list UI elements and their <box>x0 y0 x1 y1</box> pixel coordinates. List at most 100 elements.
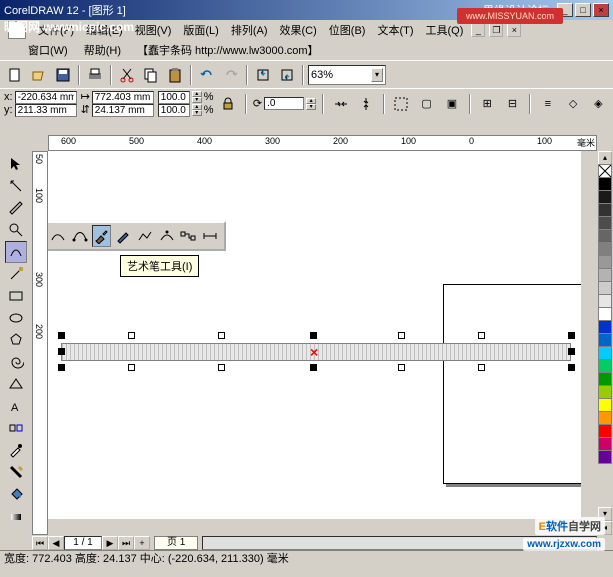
polygon-tool[interactable] <box>5 329 27 351</box>
sel-handle-bm[interactable] <box>310 364 317 371</box>
text-tool[interactable]: A <box>5 395 27 417</box>
page-counter[interactable]: 1 / 1 <box>64 536 102 550</box>
open-button[interactable] <box>28 64 50 86</box>
cut-button[interactable] <box>116 64 138 86</box>
color-swatch[interactable] <box>598 372 612 386</box>
interactive-fill-tool[interactable] <box>5 505 27 527</box>
rotation-input[interactable] <box>264 97 304 110</box>
page-tab-1[interactable]: 页 1 <box>154 536 198 550</box>
sel-handle-br[interactable] <box>568 364 575 371</box>
dropdown-icon[interactable]: ▾ <box>371 68 383 82</box>
menu-text[interactable]: 文本(T) <box>373 20 417 40</box>
freehand-flyout-button[interactable] <box>48 225 68 247</box>
color-swatch[interactable] <box>598 190 612 204</box>
color-swatch[interactable] <box>598 320 612 334</box>
outline-tool[interactable] <box>5 461 27 483</box>
color-swatch[interactable] <box>598 450 612 464</box>
sel-handle[interactable] <box>218 332 225 339</box>
mirror-h-button[interactable] <box>330 93 351 115</box>
color-swatch[interactable] <box>598 437 612 451</box>
ruler-horizontal[interactable]: 600 500 400 300 200 100 0 100 <box>48 135 597 151</box>
smart-draw-tool[interactable] <box>5 263 27 285</box>
blend-tool[interactable] <box>5 417 27 439</box>
sel-handle-bl[interactable] <box>58 364 65 371</box>
color-swatch[interactable] <box>598 424 612 438</box>
align-button[interactable]: ≡ <box>537 93 558 115</box>
doc-close-button[interactable]: × <box>507 23 521 37</box>
y-input[interactable] <box>15 104 77 117</box>
menu-ad-link[interactable]: 【蠢宇条码 http://www.lw3000.com】 <box>133 40 323 60</box>
crop-tool[interactable] <box>5 197 27 219</box>
dimension-flyout-button[interactable] <box>200 225 220 247</box>
artistic-media-flyout-button[interactable] <box>92 225 112 247</box>
sel-handle[interactable] <box>478 364 485 371</box>
paste-button[interactable] <box>164 64 186 86</box>
sel-handle-mr[interactable] <box>568 348 575 355</box>
menu-view[interactable]: 视图(V) <box>131 20 176 40</box>
first-page-button[interactable]: ⏮ <box>32 536 48 550</box>
save-button[interactable] <box>52 64 74 86</box>
prev-page-button[interactable]: ◀ <box>48 536 64 550</box>
sel-handle[interactable] <box>218 364 225 371</box>
pick-tool[interactable] <box>5 153 27 175</box>
freehand-tool[interactable] <box>5 241 27 263</box>
close-button[interactable]: × <box>593 3 609 17</box>
doc-restore-button[interactable]: ❐ <box>489 23 503 37</box>
ruler-vertical[interactable]: 50 100 200 300 <box>32 151 48 535</box>
rectangle-tool[interactable] <box>5 285 27 307</box>
drawing-canvas[interactable]: × ▾ 艺术笔工具(I) <box>48 151 581 519</box>
copy-button[interactable] <box>140 64 162 86</box>
sel-handle-tm[interactable] <box>310 332 317 339</box>
color-swatch[interactable] <box>598 216 612 230</box>
color-swatch[interactable] <box>598 255 612 269</box>
sel-handle-tr[interactable] <box>568 332 575 339</box>
to-front-button[interactable]: ▢ <box>416 93 437 115</box>
ungroup-button[interactable]: ⊞ <box>477 93 498 115</box>
maximize-button[interactable]: □ <box>575 3 591 17</box>
doc-minimize-button[interactable]: _ <box>471 23 485 37</box>
zoom-tool[interactable] <box>5 219 27 241</box>
menu-effects[interactable]: 效果(C) <box>276 20 321 40</box>
pen-flyout-button[interactable] <box>113 225 133 247</box>
color-swatch[interactable] <box>598 411 612 425</box>
color-swatch[interactable] <box>598 385 612 399</box>
spinner[interactable]: ▴▾ <box>306 98 316 110</box>
convert-button[interactable]: ◇ <box>562 93 583 115</box>
sel-handle[interactable] <box>398 332 405 339</box>
sel-handle-tl[interactable] <box>58 332 65 339</box>
height-input[interactable] <box>92 104 154 117</box>
spiral-tool[interactable] <box>5 351 27 373</box>
connector-flyout-button[interactable] <box>179 225 199 247</box>
lock-ratio-button[interactable] <box>218 93 239 115</box>
color-swatch[interactable] <box>598 268 612 282</box>
sel-handle-ml[interactable] <box>58 348 65 355</box>
sel-handle[interactable] <box>128 332 135 339</box>
color-swatch[interactable] <box>598 307 612 321</box>
center-marker[interactable]: × <box>310 344 318 360</box>
export-button[interactable] <box>276 64 298 86</box>
menu-bitmaps[interactable]: 位图(B) <box>325 20 370 40</box>
spinner[interactable]: ▴▾ <box>192 91 202 103</box>
3point-curve-flyout-button[interactable] <box>157 225 177 247</box>
polyline-flyout-button[interactable] <box>135 225 155 247</box>
eyedropper-tool[interactable] <box>5 439 27 461</box>
add-page-button[interactable]: + <box>134 536 150 550</box>
print-button[interactable] <box>84 64 106 86</box>
color-swatch[interactable] <box>598 294 612 308</box>
sel-handle[interactable] <box>128 364 135 371</box>
sel-handle[interactable] <box>478 332 485 339</box>
color-swatch[interactable] <box>598 346 612 360</box>
color-swatch[interactable] <box>598 359 612 373</box>
mirror-v-button[interactable] <box>355 93 376 115</box>
bezier-flyout-button[interactable] <box>70 225 90 247</box>
to-back-button[interactable]: ▣ <box>441 93 462 115</box>
color-swatch[interactable] <box>598 242 612 256</box>
spinner[interactable]: ▴▾ <box>192 104 202 116</box>
basic-shapes-tool[interactable] <box>5 373 27 395</box>
color-swatch[interactable] <box>598 229 612 243</box>
zoom-input[interactable] <box>311 69 371 81</box>
group-button[interactable]: ⊟ <box>502 93 523 115</box>
zoom-combo[interactable]: ▾ <box>308 65 386 85</box>
color-swatch[interactable] <box>598 281 612 295</box>
menu-help[interactable]: 帮助(H) <box>80 40 125 60</box>
